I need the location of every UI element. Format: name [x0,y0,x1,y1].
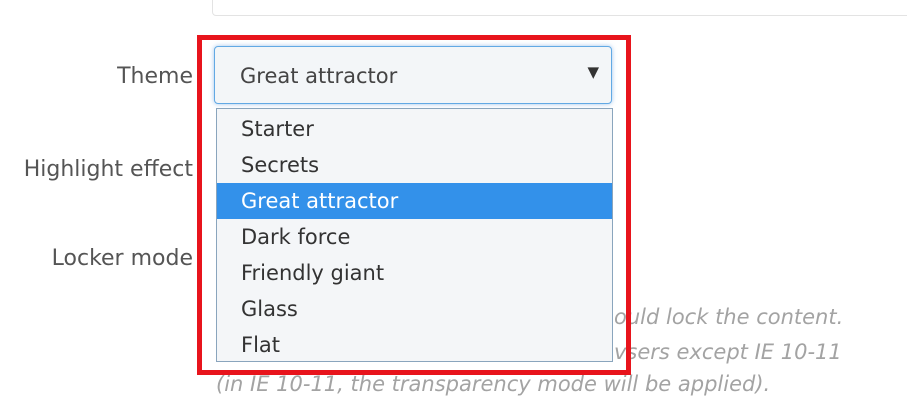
theme-select-value: Great attractor [240,64,398,88]
theme-option-flat[interactable]: Flat [217,327,612,363]
settings-form: Theme Highlight effect Locker mode ould … [0,0,907,400]
highlight-effect-label: Highlight effect [23,157,193,182]
help-text-line-1: ould lock the content. [614,305,844,329]
theme-option-glass[interactable]: Glass [217,291,612,327]
theme-option-friendly-giant[interactable]: Friendly giant [217,255,612,291]
triangle-down-icon: ▼ [587,63,599,81]
theme-option-secrets[interactable]: Secrets [217,147,612,183]
theme-option-great-attractor[interactable]: Great attractor [217,183,612,219]
help-text-line-2: vsers except IE 10-11 [614,340,842,364]
theme-select[interactable]: Great attractor ▼ [214,46,612,104]
help-text-line-3: (in IE 10-11, the transparency mode will… [216,372,771,396]
theme-label: Theme [117,64,193,89]
theme-option-starter[interactable]: Starter [217,111,612,147]
previous-field-box [212,0,907,16]
theme-option-dark-force[interactable]: Dark force [217,219,612,255]
theme-dropdown-list: Starter Secrets Great attractor Dark for… [216,108,613,362]
locker-mode-label: Locker mode [51,246,193,271]
